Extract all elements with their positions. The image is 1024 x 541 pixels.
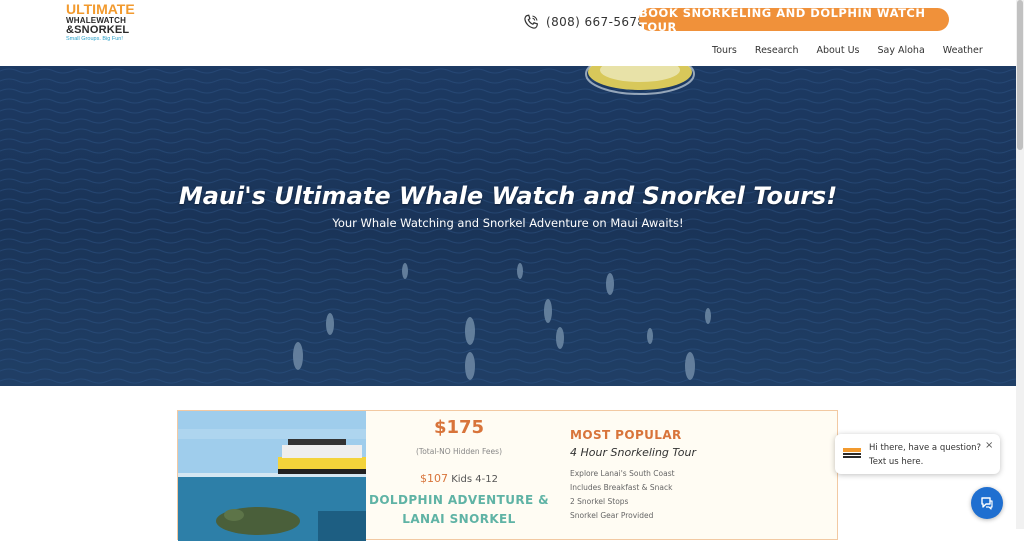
- kids-label: Kids 4-12: [451, 474, 498, 485]
- chat-message-line2: Text us here.: [869, 457, 924, 467]
- nav-item-say-aloha[interactable]: Say Aloha: [877, 45, 924, 59]
- hero-subtitle: Your Whale Watching and Snorkel Adventur…: [332, 216, 684, 230]
- tour-duration: 4 Hour Snorkeling Tour: [570, 446, 696, 459]
- logo-line1: ULTIMATE: [66, 1, 135, 17]
- chat-logo-icon: [843, 448, 861, 458]
- hero-title: Maui's Ultimate Whale Watch and Snorkel …: [178, 182, 838, 210]
- tour-feature: Explore Lanai's South Coast: [570, 469, 675, 478]
- chat-popup[interactable]: Hi there, have a question? Text us here.…: [835, 434, 1000, 474]
- tour-card[interactable]: $175 (Total-NO Hidden Fees) $107 Kids 4-…: [177, 410, 838, 541]
- kids-price-row: $107 Kids 4-12: [366, 472, 552, 485]
- tour-photo: [178, 411, 366, 541]
- phone-number: (808) 667-5678: [546, 15, 646, 29]
- phone-link[interactable]: (808) 667-5678: [522, 12, 645, 32]
- most-popular-badge: MOST POPULAR: [570, 428, 682, 442]
- nav-item-about-us[interactable]: About Us: [816, 45, 859, 59]
- site-header: ULTIMATE WHALEWATCH &SNORKEL Small Group…: [0, 0, 1016, 66]
- tour-feature: Includes Breakfast & Snack: [570, 483, 673, 492]
- close-icon[interactable]: ×: [985, 440, 993, 451]
- chat-message-line1: Hi there, have a question?: [869, 443, 982, 453]
- boat-turtle-image: [178, 411, 366, 541]
- chat-icon: [981, 497, 993, 510]
- chat-launcher-button[interactable]: [971, 487, 1003, 519]
- kids-price: $107: [420, 472, 449, 485]
- logo-line3: &SNORKEL: [66, 24, 130, 36]
- tour-name-line1: DOLDPHIN ADVENTURE &: [368, 493, 550, 507]
- book-tour-button[interactable]: BOOK SNORKELING AND DOLPHIN WATCH TOUR: [639, 6, 949, 34]
- scrollbar[interactable]: [1016, 0, 1024, 529]
- site-logo[interactable]: ULTIMATE WHALEWATCH &SNORKEL Small Group…: [66, 2, 138, 44]
- nav-item-tours[interactable]: Tours: [712, 45, 737, 59]
- tour-price: $175: [433, 417, 485, 438]
- main-nav: Tours Research About Us Say Aloha Weathe…: [712, 45, 1001, 59]
- nav-item-research[interactable]: Research: [755, 45, 799, 59]
- nav-item-weather[interactable]: Weather: [943, 45, 983, 59]
- tour-feature: 2 Snorkel Stops: [570, 497, 629, 506]
- fees-note: (Total-NO Hidden Fees): [415, 447, 502, 456]
- tour-feature: Snorkel Gear Provided: [570, 511, 654, 520]
- logo-tagline: Small Groups. Big Fun!: [66, 36, 123, 42]
- phone-icon: [524, 14, 539, 29]
- scrollbar-thumb[interactable]: [1017, 0, 1023, 150]
- tour-name[interactable]: DOLDPHIN ADVENTURE & LANAI SNORKEL: [366, 491, 552, 529]
- tour-name-line2: LANAI SNORKEL: [402, 512, 516, 526]
- hero-banner: Maui's Ultimate Whale Watch and Snorkel …: [0, 66, 1016, 386]
